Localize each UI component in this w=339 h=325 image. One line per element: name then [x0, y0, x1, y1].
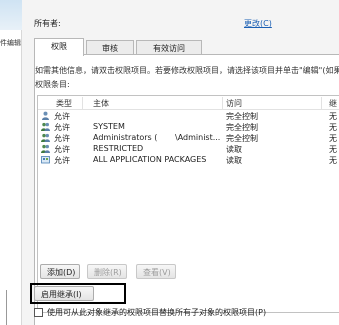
- entry-principal: SYSTEM: [93, 122, 125, 131]
- column-header-type[interactable]: 类型: [56, 98, 72, 109]
- entry-principal: ALL APPLICATION PACKAGES: [93, 155, 207, 164]
- owner-row: 所有者: 更改(C): [34, 16, 334, 32]
- add-button[interactable]: 添加(D): [40, 264, 80, 279]
- remove-button[interactable]: 删除(R): [87, 264, 127, 279]
- column-separator[interactable]: [321, 97, 322, 109]
- background-window-strip: 件编辑: [0, 0, 22, 325]
- list-header: 类型 主体 访问 继: [38, 96, 339, 110]
- replace-child-permissions-row: 使用可从此对象继承的权限项目替换所有子对象的权限项目(P): [34, 307, 334, 319]
- background-window-text: 件编辑: [0, 39, 21, 47]
- owner-change-link[interactable]: 更改(C): [244, 18, 272, 29]
- entry-type: 允许: [54, 156, 70, 165]
- entry-principal-suffix: \Administ...: [175, 133, 221, 142]
- group-icon: [41, 133, 50, 142]
- owner-value-redacted: [74, 16, 164, 28]
- owner-label: 所有者:: [34, 19, 61, 28]
- group-icon: [41, 122, 50, 131]
- column-separator[interactable]: [222, 97, 223, 109]
- group-icon: [41, 144, 50, 153]
- tab-strip: 权限 审核 有效访问: [34, 38, 334, 56]
- column-header-principal[interactable]: 主体: [93, 98, 109, 109]
- advanced-security-settings-dialog: 所有者: 更改(C) 权限 审核 有效访问 如需其他信息，请双击权限项目。若要修…: [22, 0, 339, 325]
- tab-permissions[interactable]: 权限: [34, 38, 84, 56]
- highlight-annotation: [30, 283, 126, 304]
- permissions-description: 如需其他信息，请双击权限项目。若要修改权限项目，请选择该项目并单击"编辑"(如果: [35, 66, 339, 75]
- entry-principal: RESTRICTED: [93, 144, 144, 153]
- column-separator[interactable]: [82, 97, 83, 109]
- background-divider: [6, 290, 7, 325]
- list-item[interactable]: 允许 Administrators ( \Administ... 完全控制 无: [38, 132, 339, 143]
- column-header-access[interactable]: 访问: [226, 98, 242, 109]
- column-header-inherited[interactable]: 继: [329, 98, 337, 109]
- replace-child-permissions-checkbox[interactable]: [34, 308, 43, 317]
- list-item[interactable]: 允许 RESTRICTED 读取 无: [38, 143, 339, 154]
- entry-access: 读取: [226, 156, 242, 165]
- tab-effective-access[interactable]: 有效访问: [136, 40, 202, 55]
- packages-icon: [41, 156, 50, 164]
- permission-entries-label: 权限条目:: [35, 80, 70, 89]
- principal-redacted: [93, 111, 173, 120]
- entry-principal: Administrators (: [93, 133, 158, 142]
- view-button[interactable]: 查看(V): [136, 264, 176, 279]
- entry-inherited: 无: [329, 156, 337, 165]
- replace-child-permissions-label[interactable]: 使用可从此对象继承的权限项目替换所有子对象的权限项目(P): [47, 307, 266, 318]
- list-item[interactable]: 允许 SYSTEM 完全控制 无: [38, 121, 339, 132]
- list-item[interactable]: 允许 ALL APPLICATION PACKAGES 读取 无: [38, 154, 339, 165]
- list-item[interactable]: 允许 完全控制 无: [38, 110, 339, 121]
- user-icon: [42, 111, 49, 120]
- background-window-header: [0, 0, 22, 30]
- permission-entries-list[interactable]: 类型 主体 访问 继 允许 完全控制 无 允许 SYSTEM 完全控制 无 允许…: [37, 95, 339, 313]
- tab-auditing[interactable]: 审核: [86, 40, 134, 55]
